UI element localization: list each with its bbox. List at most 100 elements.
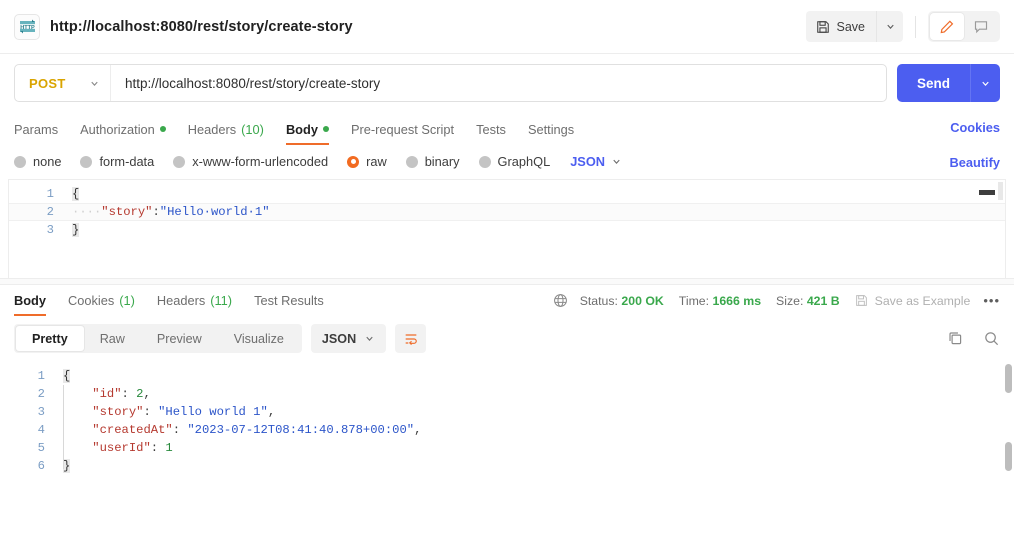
request-editor-scrollbar-vertical[interactable] (998, 182, 1003, 200)
http-icon: HTTP (14, 13, 40, 40)
svg-text:HTTP: HTTP (20, 25, 35, 31)
chevron-down-icon (885, 21, 896, 32)
body-type-label: binary (424, 154, 460, 169)
tab-label: Pre-request Script (350, 121, 455, 137)
time-value: 1666 ms (712, 293, 762, 308)
response-tab-body[interactable]: Body (14, 284, 57, 316)
body-type-form-data[interactable]: form-data (80, 154, 154, 169)
line-number: 4 (37, 423, 45, 437)
body-type-raw[interactable]: raw (347, 154, 387, 169)
tab-params[interactable]: Params (14, 113, 69, 145)
tab-authorization[interactable]: Authorization (69, 113, 177, 145)
body-type-graphql[interactable]: GraphQL (478, 154, 551, 169)
floppy-disk-icon (855, 294, 868, 307)
code-line: 5 "userId": 1 (0, 439, 1014, 457)
modified-dot-icon (159, 126, 166, 132)
tab-settings[interactable]: Settings (517, 113, 585, 145)
line-number: 1 (46, 187, 54, 201)
tab-body[interactable]: Body (275, 113, 340, 145)
send-button[interactable]: Send (897, 64, 970, 102)
response-tab-cookies[interactable]: Cookies (1) (57, 284, 146, 316)
response-view-visualize[interactable]: Visualize (218, 326, 300, 351)
http-method-label: POST (29, 75, 66, 91)
tab-label: Headers (187, 121, 237, 137)
tab-tests[interactable]: Tests (465, 113, 517, 145)
save-button[interactable]: Save (805, 11, 876, 42)
tab-label: Params (14, 121, 59, 137)
request-body-editor[interactable]: 1 { 2 ····"story":"Hello·world·1" 3 } (8, 179, 1006, 278)
line-content: } (72, 223, 80, 237)
tab-label: Body (285, 121, 318, 137)
tab-headers[interactable]: Headers (10) (177, 113, 275, 145)
body-type-none[interactable]: none (14, 154, 61, 169)
radio-icon (14, 155, 26, 168)
view-mode-toggle (928, 11, 1000, 42)
chevron-down-icon (89, 78, 100, 89)
code-line: 1 { (0, 367, 1014, 385)
response-tab-test-results[interactable]: Test Results (243, 284, 335, 316)
tab-label: Tests (476, 121, 506, 137)
body-type-binary[interactable]: binary (405, 154, 460, 169)
save-button-group: Save (805, 11, 903, 42)
size-value: 421 B (806, 293, 840, 308)
response-format-label: JSON (321, 331, 357, 346)
request-code-area[interactable]: 1 { 2 ····"story":"Hello·world·1" 3 } (9, 180, 1005, 239)
tab-pre-request-script[interactable]: Pre-request Script (340, 113, 465, 145)
size-label: Size: (776, 293, 804, 308)
http-method-select[interactable]: POST (15, 65, 111, 101)
line-number: 2 (37, 387, 45, 401)
chevron-down-icon (364, 333, 375, 344)
line-number: 3 (46, 223, 54, 237)
response-scrollbar-thumb-top[interactable] (1005, 364, 1012, 393)
response-scrollbar-thumb[interactable] (1005, 442, 1012, 471)
code-line: 3 } (9, 221, 1005, 239)
header-divider (915, 15, 916, 38)
response-view-raw[interactable]: Raw (84, 326, 141, 351)
tab-label: Body (14, 292, 46, 308)
floppy-disk-icon (816, 20, 830, 34)
save-as-example-button[interactable]: Save as Example (855, 294, 970, 308)
response-body-viewer[interactable]: 1 { 2 "id": 2, 3 "story": "Hello world 1… (0, 362, 1014, 545)
header-actions: Save (805, 0, 1000, 53)
search-icon[interactable] (983, 330, 1000, 347)
copy-icon[interactable] (947, 330, 964, 347)
size-badge: Size: 421 B (776, 294, 840, 308)
save-options-button[interactable] (876, 11, 903, 42)
chevron-down-icon (611, 156, 622, 167)
response-view-pretty[interactable]: Pretty (16, 326, 84, 351)
status-badge: Status: 200 OK (580, 294, 664, 308)
time-label: Time: (678, 293, 710, 308)
comment-icon[interactable] (964, 13, 998, 40)
ellipsis-icon[interactable]: ••• (983, 293, 1000, 308)
code-line: 1 { (9, 185, 1005, 203)
radio-icon (405, 155, 418, 168)
tab-label: Test Results (254, 292, 324, 308)
status-value: 200 OK (621, 293, 664, 308)
body-type-row: none form-data x-www-form-urlencoded raw… (0, 145, 1014, 179)
line-content: { (72, 187, 80, 201)
url-input[interactable] (111, 65, 886, 101)
radio-icon (478, 155, 491, 168)
response-tab-headers[interactable]: Headers (11) (146, 284, 243, 316)
body-type-label: GraphQL (497, 154, 551, 169)
chevron-down-icon (980, 78, 991, 89)
body-type-label: none (33, 154, 62, 169)
beautify-link[interactable]: Beautify (950, 155, 1001, 170)
response-format-select[interactable]: JSON (310, 324, 387, 353)
body-type-x-www-form-urlencoded[interactable]: x-www-form-urlencoded (173, 154, 328, 169)
send-options-button[interactable] (970, 64, 1000, 102)
body-type-label: x-www-form-urlencoded (192, 154, 329, 169)
word-wrap-icon[interactable] (395, 324, 427, 353)
response-code-area[interactable]: 1 { 2 "id": 2, 3 "story": "Hello world 1… (0, 362, 1014, 475)
request-editor-scrollbar-horizontal[interactable] (979, 190, 995, 195)
line-content: { (63, 369, 71, 383)
modified-dot-icon (322, 126, 329, 132)
url-bar: POST Send (0, 54, 1014, 113)
pencil-icon[interactable] (930, 13, 964, 40)
request-header-bar: HTTP http://localhost:8080/rest/story/cr… (0, 0, 1014, 54)
line-number: 6 (37, 459, 45, 473)
cookies-link[interactable]: Cookies (950, 120, 1000, 135)
body-format-select[interactable]: JSON (570, 154, 622, 169)
response-tab-bar: Body Cookies (1) Headers (11) Test Resul… (0, 285, 1014, 316)
response-view-preview[interactable]: Preview (141, 326, 218, 351)
